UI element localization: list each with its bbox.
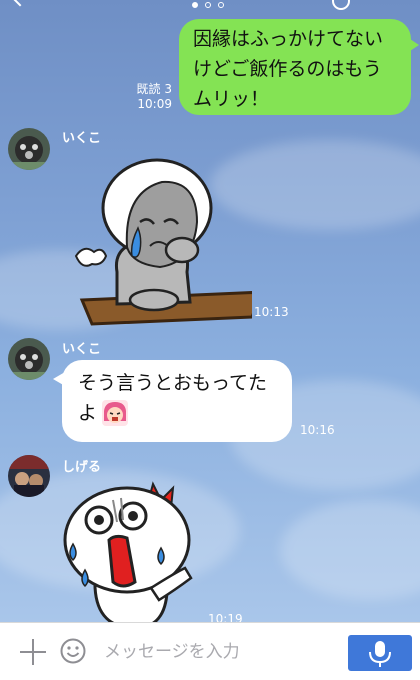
read-count: 既読 3	[136, 82, 172, 96]
bubble-tail	[407, 37, 419, 53]
incoming-message-bubble[interactable]: そう言うとおもってた よ	[53, 360, 292, 442]
page-indicator	[192, 2, 224, 8]
chat-background: 既読 3 10:09 因縁はふっかけてない けどご飯作るのはもう ムリッ！ いく…	[0, 0, 420, 622]
top-bar	[0, 0, 420, 14]
avatar-ikuko[interactable]	[8, 128, 50, 170]
back-chevron-icon[interactable]	[11, 0, 29, 7]
message-line: よ	[78, 402, 98, 424]
message-line: 因縁はふっかけてない	[193, 28, 384, 50]
smiley-icon[interactable]	[60, 638, 86, 664]
message-line-row: よ	[78, 398, 292, 428]
message-line: ムリッ！	[193, 88, 270, 110]
message-input-bar	[0, 622, 420, 680]
bubble-tail	[53, 372, 65, 386]
plus-icon[interactable]	[20, 639, 46, 665]
message-time: 10:13	[254, 305, 289, 319]
avatar-ikuko[interactable]	[8, 338, 50, 380]
crying-moon-sticker[interactable]	[72, 152, 265, 332]
read-receipt: 既読 3 10:09	[120, 82, 172, 112]
menu-circle-icon[interactable]	[332, 0, 350, 10]
sender-name: しげる	[62, 460, 102, 475]
crying-girl-emoji	[101, 399, 129, 427]
message-time: 10:19	[208, 612, 243, 622]
page-dot	[205, 2, 211, 8]
message-time: 10:16	[300, 423, 335, 437]
mic-button[interactable]	[348, 635, 412, 671]
page-dot	[192, 2, 198, 8]
outgoing-message-bubble[interactable]: 因縁はふっかけてない けどご飯作るのはもう ムリッ！	[179, 19, 419, 115]
bg-cloud	[280, 500, 420, 600]
message-line: そう言うとおもってた	[78, 372, 268, 394]
avatar-shigeru[interactable]	[8, 455, 50, 497]
sender-name: いくこ	[62, 342, 102, 357]
page-dot	[218, 2, 224, 8]
mic-icon	[369, 641, 391, 667]
message-line: けどご飯作るのはもう	[193, 58, 382, 80]
sender-name: いくこ	[62, 131, 102, 146]
shocked-moon-sticker[interactable]	[55, 478, 205, 622]
message-input[interactable]	[104, 637, 334, 667]
message-time: 10:09	[137, 97, 172, 111]
